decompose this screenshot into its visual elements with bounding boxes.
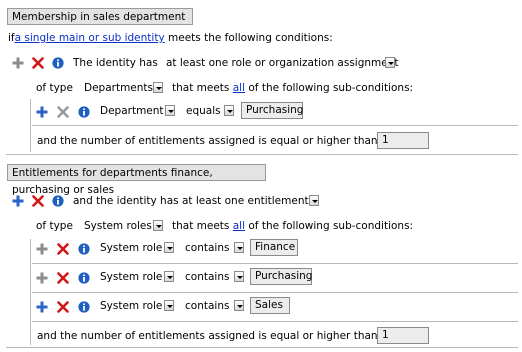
delete-x-icon[interactable] bbox=[32, 57, 44, 69]
plus-icon[interactable] bbox=[12, 195, 24, 207]
chevron-down-icon[interactable] bbox=[165, 105, 175, 116]
block1-header: Membership in sales department bbox=[7, 8, 193, 25]
of-type-label: of type bbox=[36, 82, 73, 94]
meets-line: that meets all of the following sub-cond… bbox=[172, 219, 413, 233]
block1-identity-line: ifa single main or sub identity meets th… bbox=[8, 31, 333, 45]
subcondition-field[interactable]: System role bbox=[100, 241, 162, 255]
subcondition-operator[interactable]: contains bbox=[185, 299, 229, 313]
of-type-label: of type bbox=[36, 220, 73, 232]
count-value-input[interactable]: 1 bbox=[377, 327, 429, 344]
count-value-input[interactable]: 1 bbox=[377, 132, 429, 149]
subcondition-field[interactable]: System role bbox=[100, 270, 162, 284]
delete-x-icon[interactable] bbox=[57, 106, 69, 118]
meets-prefix: that meets bbox=[172, 220, 230, 232]
subcondition-operator[interactable]: equals bbox=[186, 104, 221, 118]
divider bbox=[6, 347, 518, 348]
subcondition-operator[interactable]: contains bbox=[185, 241, 229, 255]
delete-x-icon[interactable] bbox=[57, 272, 69, 284]
subcondition-value-input[interactable]: Finance bbox=[250, 239, 298, 256]
divider bbox=[32, 321, 518, 322]
chevron-down-icon[interactable] bbox=[164, 242, 174, 253]
identity-line-prefix: if bbox=[8, 32, 15, 44]
info-icon[interactable] bbox=[78, 106, 90, 118]
plus-icon[interactable] bbox=[36, 243, 48, 255]
info-icon[interactable] bbox=[78, 272, 90, 284]
plus-icon[interactable] bbox=[36, 301, 48, 313]
identity-scope-link[interactable]: a single main or sub identity bbox=[15, 32, 165, 44]
delete-x-icon[interactable] bbox=[57, 243, 69, 255]
meets-suffix: of the following sub-conditions: bbox=[248, 220, 414, 232]
chevron-down-icon[interactable] bbox=[153, 82, 163, 93]
divider bbox=[6, 154, 518, 155]
subcondition-value-input[interactable]: Purchasing bbox=[241, 102, 303, 119]
subcondition-field[interactable]: Department bbox=[100, 104, 164, 118]
meets-mode-link[interactable]: all bbox=[233, 220, 245, 232]
chevron-down-icon[interactable] bbox=[385, 57, 395, 68]
type-select-value[interactable]: System roles bbox=[84, 219, 152, 233]
delete-x-icon[interactable] bbox=[57, 301, 69, 313]
subcondition-value-input[interactable]: Sales bbox=[250, 297, 290, 314]
chevron-down-icon[interactable] bbox=[234, 300, 244, 311]
condition1-select-value[interactable]: at least one role or organization assign… bbox=[166, 56, 399, 70]
count-label: and the number of entitlements assigned … bbox=[37, 135, 378, 147]
block2-header: Entitlements for departments finance, pu… bbox=[7, 164, 266, 196]
subcondition-value-input[interactable]: Purchasing bbox=[250, 268, 312, 285]
plus-icon[interactable] bbox=[36, 272, 48, 284]
divider bbox=[32, 292, 518, 293]
chevron-down-icon[interactable] bbox=[224, 105, 234, 116]
chevron-down-icon[interactable] bbox=[309, 195, 319, 206]
chevron-down-icon[interactable] bbox=[234, 242, 244, 253]
meets-suffix: of the following sub-conditions: bbox=[248, 82, 414, 94]
plus-icon[interactable] bbox=[12, 57, 24, 69]
info-icon[interactable] bbox=[52, 195, 64, 207]
meets-line: that meets all of the following sub-cond… bbox=[172, 81, 413, 95]
subcondition-operator[interactable]: contains bbox=[185, 270, 229, 284]
divider bbox=[32, 125, 518, 126]
chevron-down-icon[interactable] bbox=[234, 271, 244, 282]
info-icon[interactable] bbox=[52, 57, 64, 69]
subcondition-field[interactable]: System role bbox=[100, 299, 162, 313]
delete-x-icon[interactable] bbox=[32, 195, 44, 207]
condition2-select-value[interactable]: at least one entitlement bbox=[182, 194, 309, 208]
condition2-prefix: and the identity has bbox=[73, 195, 179, 207]
count-label: and the number of entitlements assigned … bbox=[37, 330, 378, 342]
type-select-value[interactable]: Departments bbox=[84, 81, 153, 95]
divider bbox=[32, 263, 518, 264]
plus-icon[interactable] bbox=[36, 106, 48, 118]
condition1-prefix: The identity has bbox=[73, 57, 158, 69]
identity-line-suffix: meets the following conditions: bbox=[168, 32, 333, 44]
divider bbox=[30, 239, 31, 345]
divider bbox=[30, 99, 31, 152]
chevron-down-icon[interactable] bbox=[164, 300, 174, 311]
info-icon[interactable] bbox=[78, 301, 90, 313]
chevron-down-icon[interactable] bbox=[164, 271, 174, 282]
chevron-down-icon[interactable] bbox=[153, 220, 163, 231]
info-icon[interactable] bbox=[78, 243, 90, 255]
meets-prefix: that meets bbox=[172, 82, 230, 94]
meets-mode-link[interactable]: all bbox=[233, 82, 245, 94]
